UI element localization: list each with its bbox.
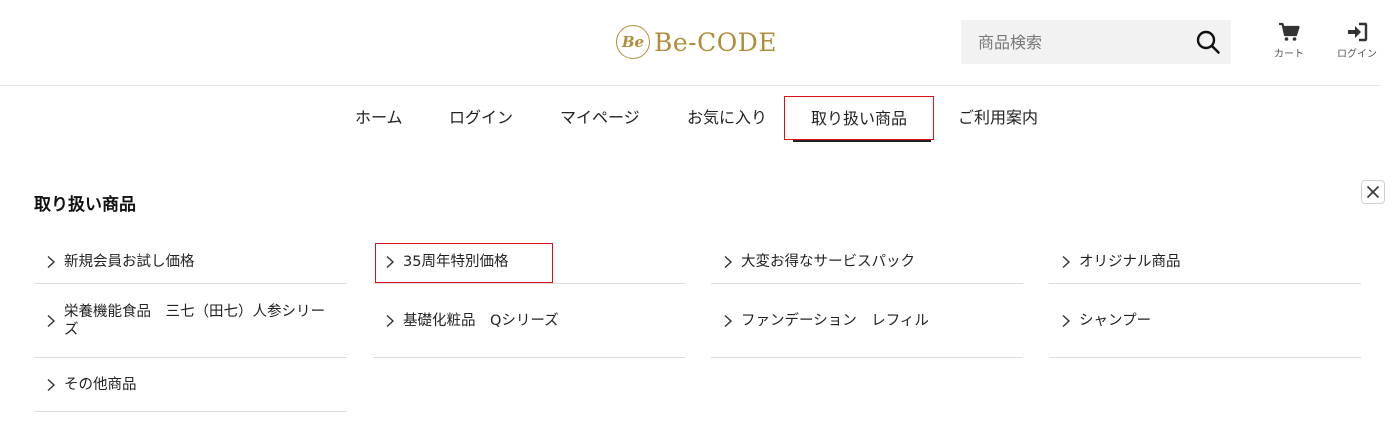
search-input[interactable] [961, 20, 1181, 64]
category-item[interactable]: 基礎化粧品 Qシリーズ [373, 284, 685, 358]
category-label: オリジナル商品 [1079, 253, 1181, 270]
search-box [961, 20, 1231, 64]
close-button[interactable] [1361, 180, 1385, 204]
category-item[interactable]: 新規会員お試し価格 [34, 240, 347, 284]
cart-label: カート [1274, 49, 1304, 60]
category-item[interactable]: シャンプー [1049, 284, 1361, 358]
category-label: その他商品 [64, 376, 137, 393]
chevron-right-icon [386, 314, 395, 327]
global-nav: ホーム ログイン マイページ お気に入り 取り扱い商品 ご利用案内 [0, 96, 1380, 142]
search-button[interactable] [1195, 29, 1221, 55]
nav-item-guide[interactable]: ご利用案内 [958, 96, 1038, 140]
site-header: Be Be-CODE カート ログイン [0, 0, 1380, 86]
category-label: 35周年特別価格 [403, 253, 509, 270]
close-icon [1366, 185, 1380, 199]
nav-item-mypage[interactable]: マイページ [560, 96, 640, 140]
login-button[interactable]: ログイン [1332, 22, 1382, 60]
category-label: 新規会員お試し価格 [64, 253, 195, 270]
search-icon [1196, 30, 1220, 54]
nav-item-home[interactable]: ホーム [355, 96, 403, 140]
logo-mark-icon: Be [616, 25, 650, 59]
site-logo[interactable]: Be Be-CODE [616, 24, 777, 60]
nav-item-products[interactable]: 取り扱い商品 [784, 96, 935, 142]
category-label: 基礎化粧品 Qシリーズ [403, 312, 559, 329]
cart-button[interactable]: カート [1264, 22, 1314, 60]
chevron-right-icon [724, 314, 733, 327]
chevron-right-icon [386, 255, 395, 268]
category-label: シャンプー [1079, 312, 1152, 329]
category-item[interactable]: ファンデーション レフィル [711, 284, 1023, 358]
chevron-right-icon [47, 314, 56, 327]
panel-title: 取り扱い商品 [34, 195, 136, 215]
category-item[interactable]: 35周年特別価格 [373, 240, 685, 284]
chevron-right-icon [1062, 255, 1071, 268]
chevron-right-icon [1062, 314, 1071, 327]
category-label: ファンデーション レフィル [741, 312, 929, 329]
category-item[interactable]: 栄養機能食品 三七（田七）人参シリーズ [34, 284, 347, 358]
nav-item-favorites[interactable]: お気に入り [687, 96, 767, 140]
category-item[interactable]: 大変お得なサービスパック [711, 240, 1023, 284]
chevron-right-icon [47, 378, 56, 391]
category-label: 大変お得なサービスパック [741, 253, 915, 270]
cart-icon [1279, 22, 1300, 41]
chevron-right-icon [47, 255, 56, 268]
nav-item-login[interactable]: ログイン [449, 96, 513, 140]
logo-text: Be-CODE [654, 27, 778, 57]
category-item[interactable]: その他商品 [34, 358, 347, 412]
chevron-right-icon [724, 255, 733, 268]
login-icon [1348, 22, 1368, 42]
login-label: ログイン [1337, 49, 1377, 60]
category-item[interactable]: オリジナル商品 [1049, 240, 1361, 284]
category-label: 栄養機能食品 三七（田七）人参シリーズ [64, 303, 325, 338]
